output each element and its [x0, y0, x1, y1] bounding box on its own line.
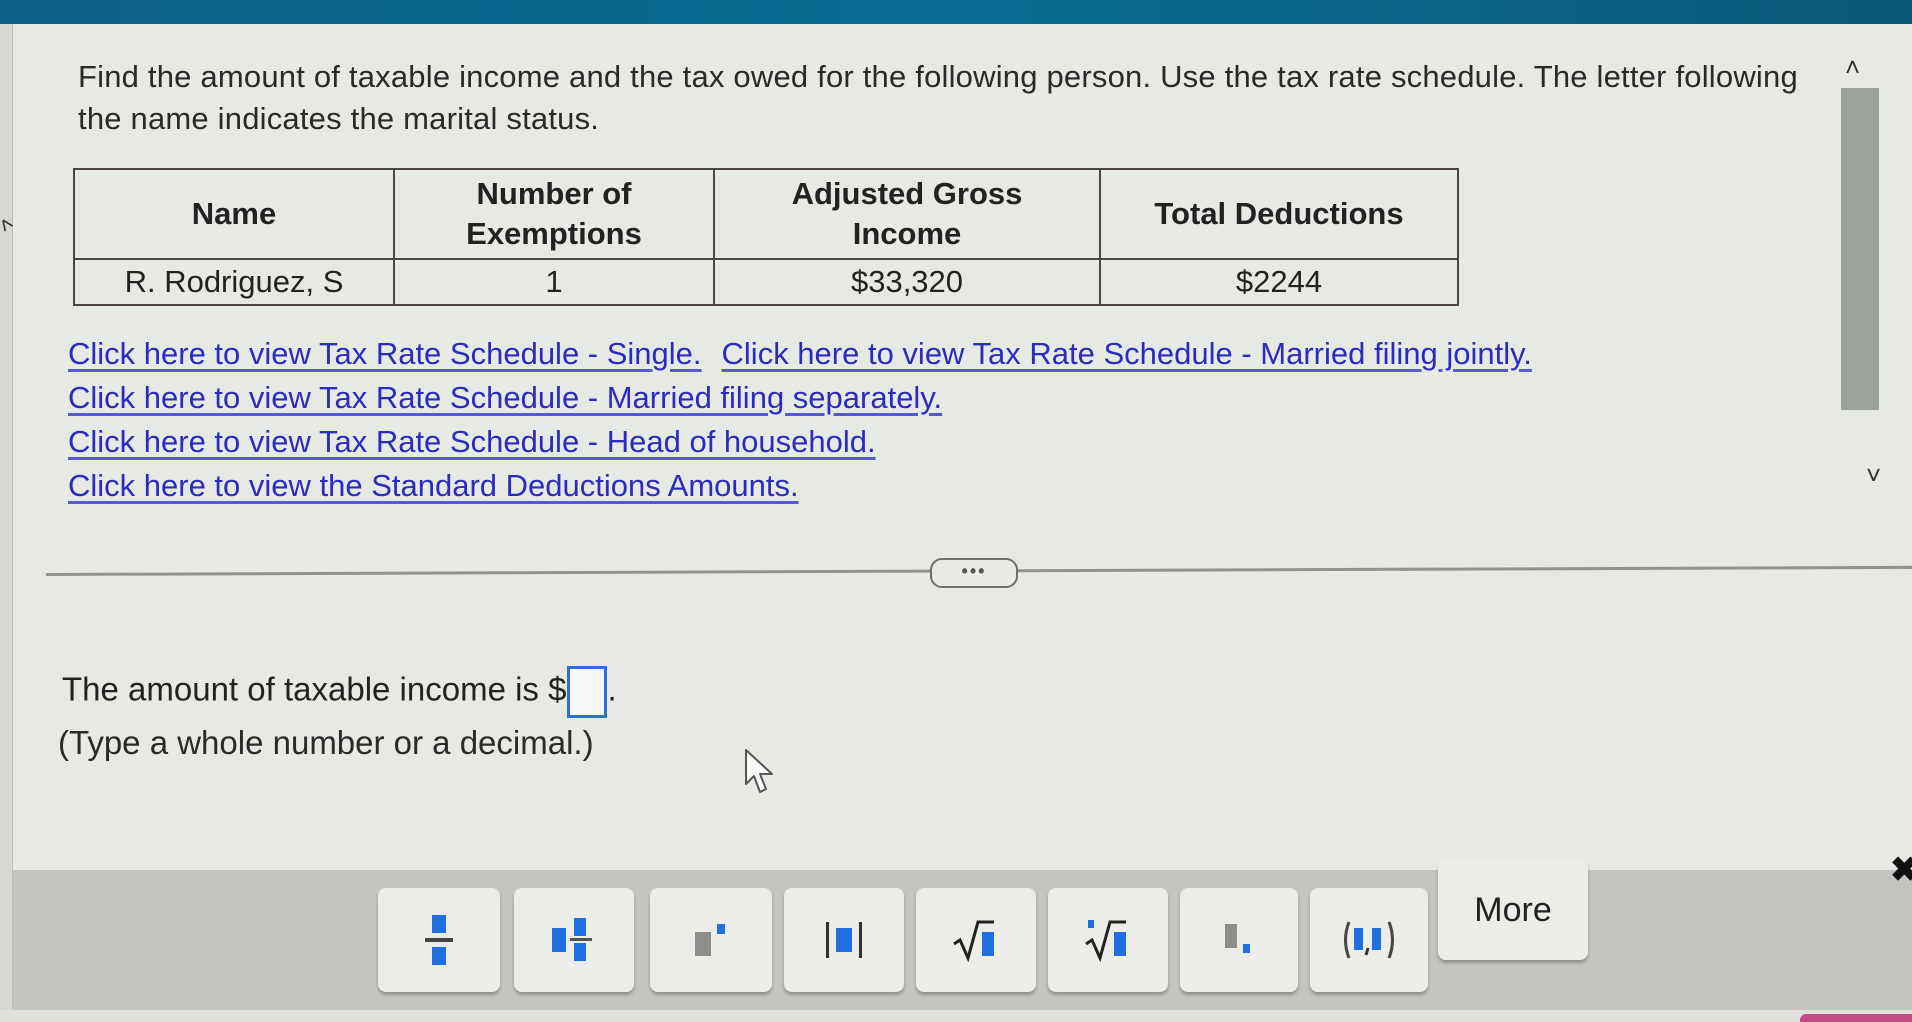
question-text: Find the amount of taxable income and th… [78, 59, 1798, 136]
scrollbar-thumb[interactable] [1841, 88, 1879, 410]
absolute-value-button[interactable] [784, 888, 904, 992]
resource-links: Click here to view Tax Rate Schedule - S… [68, 332, 1532, 508]
bottom-strip [0, 1010, 1912, 1022]
answer-hint: (Type a whole number or a decimal.) [58, 724, 594, 761]
taxable-income-input[interactable] [567, 666, 608, 718]
cell-exemptions: 1 [393, 258, 715, 306]
more-button[interactable]: More [1438, 860, 1588, 960]
fraction-icon [425, 915, 453, 965]
link-tax-schedule-married-separately[interactable]: Click here to view Tax Rate Schedule - M… [68, 380, 942, 415]
header-deductions: Total Deductions [1099, 168, 1459, 260]
mixed-number-button[interactable] [514, 888, 634, 992]
top-bar [0, 0, 1912, 24]
data-table: Name Number of Exemptions Adjusted Gross… [73, 168, 1459, 306]
link-tax-schedule-single[interactable]: Click here to view Tax Rate Schedule - S… [68, 336, 702, 371]
scroll-up-icon[interactable]: ˄ [1845, 52, 1860, 83]
header-exemptions: Number of Exemptions [393, 168, 715, 260]
expand-dots-button[interactable]: ••• [930, 558, 1018, 588]
decimal-icon [1225, 924, 1250, 953]
cell-deductions: $2244 [1099, 258, 1459, 306]
ordered-pair-icon [1344, 921, 1394, 959]
cell-name: R. Rodriguez, S [73, 258, 395, 306]
exponent-icon [695, 924, 725, 956]
header-agi-label: Adjusted Gross Income [791, 176, 1023, 251]
nth-root-button[interactable] [1048, 888, 1168, 992]
mouse-cursor-icon [745, 749, 773, 793]
bottom-accent-bar [1800, 1014, 1912, 1022]
exponent-button[interactable] [650, 888, 772, 992]
scroll-down-icon[interactable]: ˅ [1866, 460, 1881, 491]
answer-prompt: The amount of taxable income is $ [62, 670, 567, 708]
link-tax-schedule-married-jointly[interactable]: Click here to view Tax Rate Schedule - M… [722, 336, 1532, 371]
header-exemptions-label: Number of Exemptions [466, 176, 642, 251]
table-row: R. Rodriguez, S 1 $33,320 $2244 [73, 258, 1459, 306]
mixed-number-icon [552, 918, 592, 961]
ordered-pair-button[interactable] [1310, 888, 1428, 992]
link-standard-deductions[interactable]: Click here to view the Standard Deductio… [68, 468, 799, 503]
close-toolbar-icon[interactable]: ✖ [1890, 850, 1912, 890]
answer-line: The amount of taxable income is $. [62, 666, 617, 718]
square-root-button[interactable] [916, 888, 1036, 992]
absolute-value-icon [826, 922, 862, 958]
header-agi: Adjusted Gross Income [713, 168, 1101, 260]
table-header-row: Name Number of Exemptions Adjusted Gross… [73, 168, 1459, 260]
square-root-icon [953, 920, 994, 962]
decimal-button[interactable] [1180, 888, 1298, 992]
cell-agi: $33,320 [713, 258, 1101, 306]
left-panel-edge [0, 24, 13, 1022]
link-tax-schedule-head-of-household[interactable]: Click here to view Tax Rate Schedule - H… [68, 424, 876, 459]
more-button-label: More [1474, 890, 1552, 929]
fraction-button[interactable] [378, 888, 500, 992]
answer-suffix: . [607, 670, 617, 708]
header-name: Name [73, 168, 395, 260]
nth-root-icon [1085, 920, 1126, 962]
